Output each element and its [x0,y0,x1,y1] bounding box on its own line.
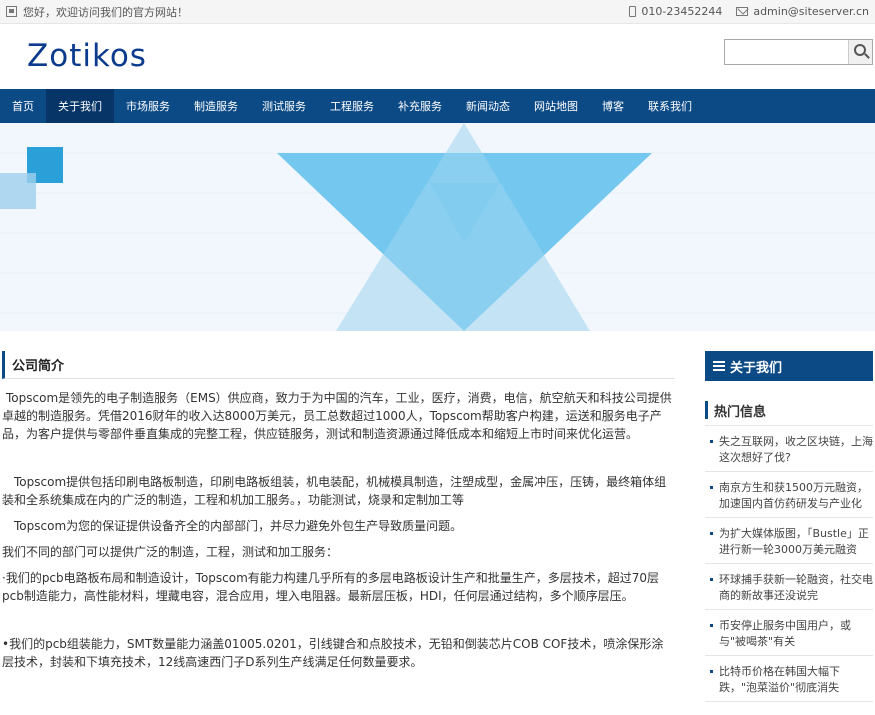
intro-paragraph-6: •我们的pcb组装能力，SMT数量能力涵盖01005.0201，引线键合和点胶技… [2,637,664,669]
nav-item[interactable]: 测试服务 [250,89,318,123]
site-logo[interactable]: Zotikos [27,38,147,74]
nav-item[interactable]: 网站地图 [522,89,590,123]
intro-paragraph-4: 我们不同的部门可以提供广泛的制造，工程，测试和加工服务： [2,545,339,559]
search-button[interactable] [848,40,872,64]
flag-icon [6,6,17,17]
intro-paragraph-5: ·我们的pcb电路板布局和制造设计，Topscom有能力构建几乎所有的多层电路板… [2,571,660,603]
email-contact[interactable]: admin@siteserver.cn [736,5,869,18]
nav-item[interactable]: 首页 [0,89,46,123]
nav-item[interactable]: 新闻动态 [454,89,522,123]
contact-area: 010-23452244 admin@siteserver.cn [629,5,869,18]
sidebar: 关于我们 热门信息 失之互联网，收之区块链，上海这次想好了伐? 南京方生和获150… [705,351,873,702]
nav-item[interactable]: 补充服务 [386,89,454,123]
welcome-area: 您好，欢迎访问我们的官方网站！ [6,4,188,20]
search-input[interactable] [725,40,849,64]
nav-item[interactable]: 联系我们 [636,89,704,123]
list-icon [713,361,725,371]
hero-banner [0,123,875,331]
top-bar: 您好，欢迎访问我们的官方网站！ 010-23452244 admin@sites… [0,0,875,24]
main-nav: 首页 关于我们 市场服务 制造服务 测试服务 工程服务 补充服务 新闻动态 网站地图 博客 联系我们 [0,89,875,123]
header: Zotikos [0,24,875,89]
sidebar-about-label: 关于我们 [730,360,783,376]
nav-item[interactable]: 关于我们 [46,89,114,123]
hot-info-item[interactable]: 为扩大媒体版图，「Bustle」正进行新一轮3000万美元融资 [705,518,873,564]
phone-number: 010-23452244 [641,5,723,18]
sidebar-about-header[interactable]: 关于我们 [705,351,873,381]
main-column: 公司简介 Topscom是领先的电子制造服务（EMS）供应商，致力于为中国的汽车… [0,351,675,702]
phone-icon [629,6,637,17]
hot-info-title: 热门信息 [705,401,873,420]
nav-item[interactable]: 工程服务 [318,89,386,123]
banner-graphic [0,123,875,331]
mail-icon [736,7,749,16]
intro-paragraph-1: Topscom是领先的电子制造服务（EMS）供应商，致力于为中国的汽车，工业，医… [2,391,672,441]
hot-info-list: 失之互联网，收之区块链，上海这次想好了伐? 南京方生和获1500万元融资，加速国内… [705,426,873,702]
content-area: 公司简介 Topscom是领先的电子制造服务（EMS）供应商，致力于为中国的汽车… [0,331,875,702]
intro-paragraph-3: Topscom为您的保证提供设备齐全的内部部门，并尽力避免外包生产导致质量问题。 [14,519,463,533]
nav-item[interactable]: 博客 [590,89,636,123]
hot-info-item[interactable]: 环球捕手获新一轮融资，社交电商的新故事还没说完 [705,564,873,610]
intro-paragraph-2: Topscom提供包括印刷电路板制造，印刷电路板组装，机电装配，机械模具制造，注… [2,475,667,507]
hot-info-item[interactable]: 失之互联网，收之区块链，上海这次想好了伐? [705,426,873,472]
search-box [724,39,873,65]
hot-info-item[interactable]: 币安停止服务中国用户，或与"被喝茶"有关 [705,610,873,656]
email-address[interactable]: admin@siteserver.cn [753,5,869,18]
nav-item[interactable]: 市场服务 [114,89,182,123]
hot-info-item[interactable]: 南京方生和获1500万元融资，加速国内首仿药研发与产业化 [705,472,873,518]
welcome-text: 您好，欢迎访问我们的官方网站！ [23,5,188,19]
nav-item[interactable]: 制造服务 [182,89,250,123]
phone-contact: 010-23452244 [629,5,722,18]
section-title: 公司简介 [2,351,675,379]
hot-info-item[interactable]: 比特币价格在韩国大幅下跌，"泡菜溢价"彻底消失 [705,656,873,702]
